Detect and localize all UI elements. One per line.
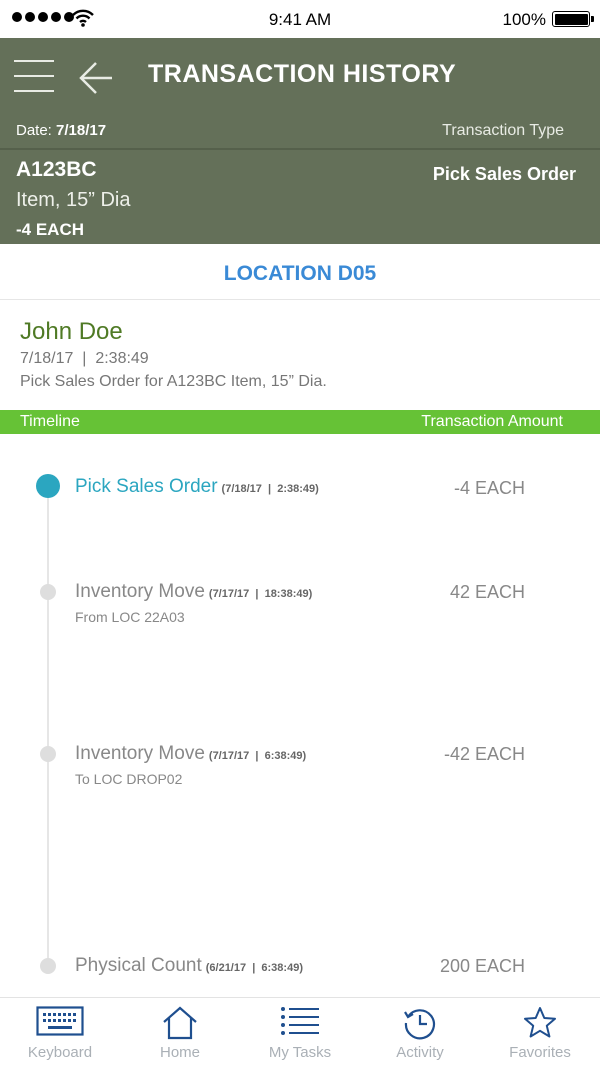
history-icon bbox=[404, 1009, 436, 1040]
transaction-header: TRANSACTION HISTORY Date: 7/18/17 Transa… bbox=[0, 38, 600, 244]
event-amount: 42 EACH bbox=[449, 582, 525, 602]
transaction-type-value: Pick Sales Order bbox=[432, 164, 576, 184]
item-code: A123BC bbox=[16, 158, 97, 181]
transaction-date: Date: 7/18/17 bbox=[16, 122, 106, 139]
event-amount: -42 EACH bbox=[443, 744, 525, 764]
star-icon bbox=[524, 1007, 556, 1038]
transaction-type-label: Transaction Type bbox=[442, 122, 564, 139]
page-title: TRANSACTION HISTORY bbox=[148, 60, 457, 88]
date-value: 7/18/17 bbox=[56, 122, 107, 139]
timeline-item-label: Physical Count (6/21/17 | 6:38:49) bbox=[75, 955, 303, 977]
item-description: Item, 15” Dia bbox=[16, 189, 131, 211]
nav-activity[interactable]: Activity bbox=[360, 998, 480, 1067]
back-arrow-icon[interactable] bbox=[76, 58, 116, 98]
event-timestamp: (7/17/17 | 6:38:49) bbox=[208, 750, 307, 762]
timeline-item-label: Inventory Move (7/17/17 | 18:38:49) bbox=[75, 581, 312, 603]
nav-my-tasks[interactable]: My Tasks bbox=[240, 998, 360, 1067]
event-amount: -4 EACH bbox=[453, 478, 525, 498]
keyboard-icon bbox=[36, 1006, 84, 1036]
event-name: Pick Sales Order bbox=[75, 476, 218, 497]
header-divider bbox=[0, 148, 600, 150]
nav-label: Favorites bbox=[509, 1044, 571, 1061]
timeline-dot bbox=[40, 958, 56, 974]
transaction-timestamp: 7/18/17 | 2:38:49 bbox=[20, 350, 149, 367]
timeline-dot bbox=[40, 746, 56, 762]
battery-percent: 100% bbox=[502, 10, 546, 29]
list-icon bbox=[281, 1007, 319, 1035]
timeline-line bbox=[47, 490, 49, 968]
location-title: LOCATION D05 bbox=[0, 244, 600, 300]
event-timestamp: (7/17/17 | 18:38:49) bbox=[208, 588, 313, 600]
timeline-dot bbox=[40, 584, 56, 600]
event-timestamp: (7/18/17 | 2:38:49) bbox=[221, 483, 319, 495]
user-name: John Doe bbox=[20, 318, 123, 345]
amount-column-label: Transaction Amount bbox=[421, 413, 563, 430]
battery-icon bbox=[552, 11, 594, 27]
event-name: Inventory Move bbox=[75, 743, 205, 764]
nav-keyboard[interactable]: Keyboard bbox=[0, 998, 120, 1067]
nav-label: Activity bbox=[396, 1044, 444, 1061]
transaction-note: Pick Sales Order for A123BC Item, 15” Di… bbox=[20, 373, 327, 390]
timeline-dot-active bbox=[36, 474, 60, 498]
timeline-item-label: Pick Sales Order (7/18/17 | 2:38:49) bbox=[75, 476, 319, 498]
home-icon bbox=[163, 1006, 197, 1040]
bottom-navigation: Keyboard Home My Tasks Activity Favorite… bbox=[0, 997, 600, 1067]
date-label: Date: bbox=[16, 122, 57, 139]
nav-label: Keyboard bbox=[27, 1044, 93, 1061]
event-subtext: To LOC DROP02 bbox=[75, 771, 183, 787]
event-name: Inventory Move bbox=[75, 581, 205, 602]
item-quantity: -4 EACH bbox=[16, 220, 85, 239]
nav-label: My Tasks bbox=[268, 1044, 332, 1061]
nav-home[interactable]: Home bbox=[120, 998, 240, 1067]
status-bar: 9:41 AM 100% bbox=[0, 0, 600, 38]
timeline-column-label: Timeline bbox=[20, 413, 80, 430]
event-timestamp: (6/21/17 | 6:38:49) bbox=[205, 962, 303, 974]
event-name: Physical Count bbox=[75, 955, 202, 976]
event-subtext: From LOC 22A03 bbox=[75, 609, 185, 625]
transaction-detail: John Doe 7/18/17 | 2:38:49 Pick Sales Or… bbox=[20, 318, 580, 391]
event-amount: 200 EACH bbox=[439, 956, 525, 976]
menu-icon[interactable] bbox=[14, 60, 54, 94]
nav-label: Home bbox=[159, 1044, 200, 1061]
timeline-column-header: Timeline Transaction Amount bbox=[0, 410, 600, 434]
nav-favorites[interactable]: Favorites bbox=[480, 998, 600, 1067]
timeline-item-label: Inventory Move (7/17/17 | 6:38:49) bbox=[75, 743, 306, 765]
